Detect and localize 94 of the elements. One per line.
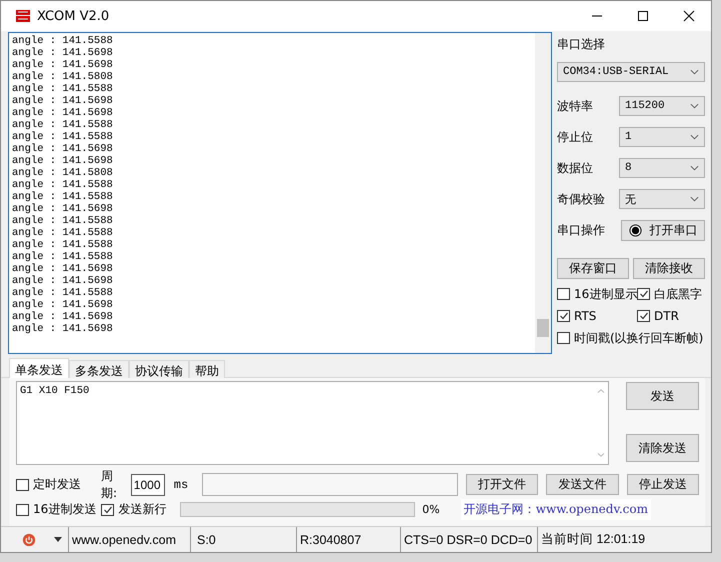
panel-button[interactable]: 保存窗口 (557, 258, 629, 279)
checkbox[interactable] (101, 504, 114, 516)
checkbox-label: 时间戳(以换行回车断帧) (574, 330, 704, 346)
send-text-field[interactable]: G1 X10 F150 (16, 381, 609, 465)
log-line: angle : 141.5588 (12, 287, 114, 299)
open-port-button[interactable]: 打开串口 (621, 220, 705, 241)
receive-area[interactable] (8, 32, 552, 354)
checkbox-label: RTS (574, 309, 596, 323)
checkbox[interactable] (637, 288, 650, 300)
log-line: angle : 141.5588 (12, 179, 114, 191)
log-line: angle : 141.5588 (12, 227, 114, 239)
file-path-field[interactable] (202, 473, 458, 496)
setting-dropdown[interactable]: 无 (619, 189, 705, 209)
setting-label: 数据位 (557, 160, 593, 176)
log-line: angle : 141.5698 (12, 263, 114, 275)
chevron-down-icon (690, 196, 699, 202)
log-line: angle : 141.5698 (12, 275, 114, 287)
checkbox[interactable] (557, 332, 570, 344)
check-mark-icon (558, 311, 568, 321)
status-sent: S:0 (190, 527, 296, 552)
checkbox-label: 16进制显示 (574, 286, 638, 302)
status-time: 当前时间 12:01:19 (537, 527, 711, 552)
unit-label: ms (174, 478, 188, 492)
setting-label: 波特率 (557, 98, 593, 114)
send-button[interactable]: 发送 (626, 382, 699, 410)
checkbox-label: 白底黑字 (654, 286, 702, 302)
chevron-down-icon (690, 69, 699, 75)
log-line: angle : 141.5698 (12, 143, 114, 155)
tab[interactable]: 多条发送 (69, 360, 129, 380)
website-banner[interactable]: 开源电子网：www.openedv.com (460, 499, 651, 520)
log-line: angle : 141.5588 (12, 191, 114, 203)
status-url: www.openedv.com (68, 527, 190, 552)
port-dropdown[interactable]: COM34:USB-SERIAL (557, 62, 705, 82)
progress-reading: 0% (422, 503, 440, 516)
dropdown-caret-icon[interactable] (54, 537, 62, 542)
tab[interactable]: 协议传输 (129, 360, 189, 380)
window-title: XCOM V2.0 (37, 8, 110, 24)
app-logo-icon (15, 9, 31, 23)
period-field[interactable]: 1000 (130, 474, 165, 496)
port-operation-label: 串口操作 (557, 222, 605, 239)
log-line: angle : 141.5698 (12, 299, 114, 311)
send-button[interactable]: 清除发送 (626, 434, 699, 462)
setting-dropdown[interactable]: 8 (619, 158, 705, 178)
log-line: angle : 141.5698 (12, 95, 114, 107)
log-line: angle : 141.5588 (12, 83, 114, 95)
log-line: angle : 141.5588 (12, 215, 114, 227)
tab[interactable]: 帮助 (189, 360, 225, 380)
check-mark-icon (638, 289, 648, 299)
chevron-down-icon (690, 165, 699, 171)
panel-button[interactable]: 清除接收 (633, 258, 705, 279)
setting-dropdown[interactable]: 1 (619, 127, 705, 147)
setting-label: 奇偶校验 (557, 190, 605, 208)
checkbox-label: 16进制发送 (33, 501, 96, 518)
maximize-icon[interactable] (637, 10, 649, 22)
log-line: angle : 141.5698 (12, 59, 114, 71)
log-line: angle : 141.5698 (12, 155, 114, 167)
file-button[interactable]: 打开文件 (466, 474, 538, 495)
checkbox[interactable] (16, 478, 29, 490)
log-line: angle : 141.5698 (12, 47, 114, 59)
power-icon[interactable] (22, 532, 36, 546)
checkbox[interactable] (637, 310, 650, 322)
log-line: angle : 141.5698 (12, 311, 114, 323)
log-line: angle : 141.5588 (12, 119, 114, 131)
file-button[interactable]: 发送文件 (546, 474, 619, 495)
log-line: angle : 141.5698 (12, 323, 114, 335)
checkbox-label: DTR (654, 309, 679, 323)
setting-label: 停止位 (557, 128, 593, 146)
radio-dot-icon (628, 224, 642, 237)
log-line: angle : 141.5588 (12, 131, 114, 143)
log-line: angle : 141.5588 (12, 239, 114, 251)
check-mark-icon (638, 311, 648, 321)
log-line: angle : 141.5808 (12, 71, 114, 83)
checkbox[interactable] (557, 310, 570, 322)
check-mark-icon (102, 504, 113, 514)
checkbox[interactable] (557, 288, 570, 300)
scrollbar[interactable] (535, 33, 551, 353)
chevron-down-icon (690, 103, 699, 109)
log-line: angle : 141.5808 (12, 167, 114, 179)
port-select-label: 串口选择 (557, 36, 606, 53)
status-received: R:3040807 (296, 527, 400, 552)
status-signals: CTS=0 DSR=0 DCD=0 (400, 527, 537, 552)
checkbox-label: 定时发送 (33, 476, 81, 493)
close-icon[interactable] (683, 10, 695, 22)
checkbox-label: 发送新行 (118, 501, 166, 518)
log-line: angle : 141.5698 (12, 107, 114, 119)
checkbox[interactable] (16, 504, 29, 516)
setting-dropdown[interactable]: 115200 (619, 96, 705, 116)
log-line: angle : 141.5588 (12, 35, 114, 47)
tab[interactable]: 单条发送 (9, 358, 69, 380)
chevron-down-icon (690, 134, 699, 140)
file-button[interactable]: 停止发送 (626, 474, 699, 495)
period-label: 周期: (101, 468, 118, 502)
log-line: angle : 141.5588 (12, 251, 114, 263)
log-line: angle : 141.5698 (12, 203, 114, 215)
